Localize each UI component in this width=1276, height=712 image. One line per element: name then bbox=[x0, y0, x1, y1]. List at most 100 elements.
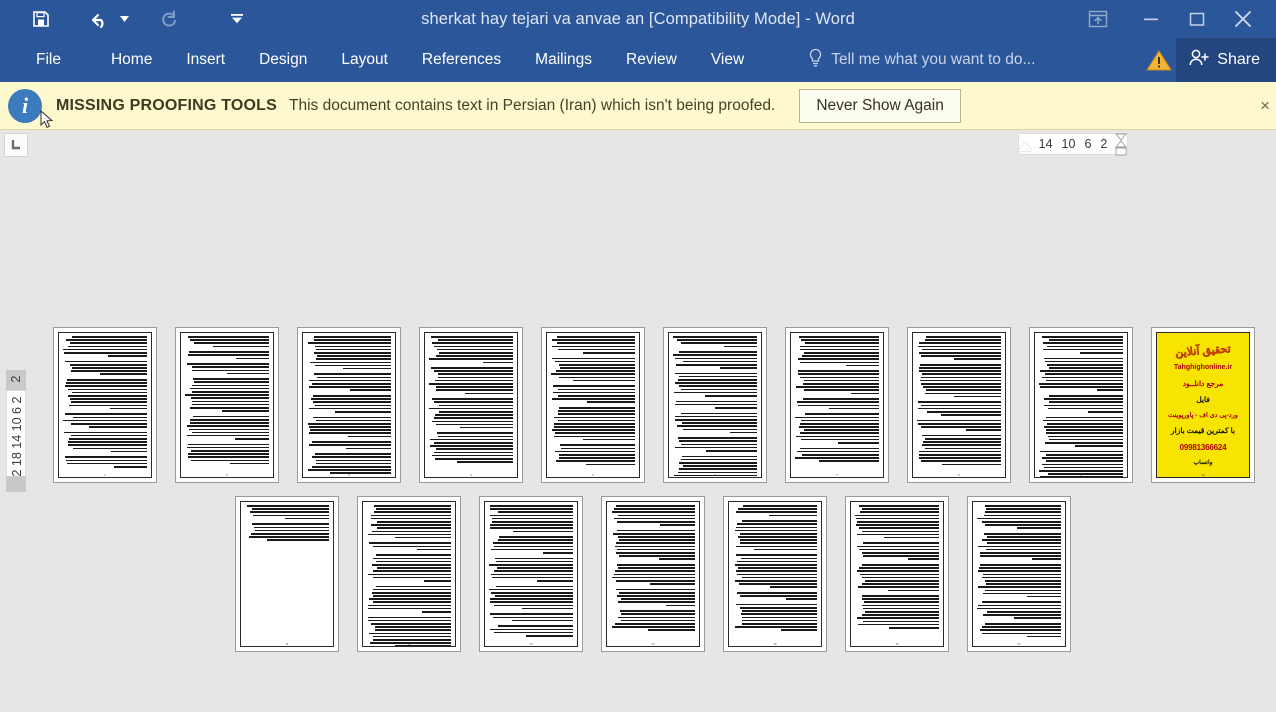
save-icon[interactable] bbox=[24, 4, 58, 34]
text-line bbox=[489, 514, 573, 517]
text-paragraph bbox=[367, 505, 451, 539]
text-line bbox=[679, 462, 757, 464]
text-line bbox=[69, 404, 147, 407]
text-line bbox=[724, 345, 757, 348]
text-line bbox=[681, 412, 757, 415]
tab-review[interactable]: Review bbox=[612, 47, 691, 73]
text-line bbox=[741, 619, 817, 622]
text-line bbox=[191, 450, 269, 452]
page-thumbnail[interactable]: 9 bbox=[1029, 327, 1133, 483]
page-thumbnail[interactable]: 15 bbox=[723, 496, 827, 652]
text-line bbox=[616, 542, 695, 545]
tab-layout[interactable]: Layout bbox=[327, 47, 402, 73]
page-thumbnail[interactable]: 3 bbox=[297, 327, 401, 483]
tab-file[interactable]: File bbox=[22, 47, 75, 73]
page-thumbnail[interactable]: 6 bbox=[663, 327, 767, 483]
text-line bbox=[924, 339, 1001, 341]
page-thumbnail[interactable]: 12 bbox=[357, 496, 461, 652]
page-thumbnail[interactable]: 13 bbox=[479, 496, 583, 652]
page-thumbnail[interactable]: 7 bbox=[785, 327, 889, 483]
ribbon-display-options-icon[interactable] bbox=[1068, 0, 1128, 38]
text-line bbox=[346, 447, 391, 450]
text-line bbox=[966, 429, 1001, 431]
text-line bbox=[284, 517, 329, 520]
redo-icon[interactable] bbox=[152, 4, 186, 34]
text-line bbox=[979, 552, 1061, 554]
page-thumbnail[interactable]: 16 bbox=[845, 496, 949, 652]
tab-home[interactable]: Home bbox=[97, 47, 166, 73]
share-button[interactable]: Share bbox=[1176, 38, 1276, 82]
text-line bbox=[1044, 360, 1123, 363]
text-paragraph bbox=[673, 336, 757, 348]
text-line bbox=[797, 370, 879, 372]
text-line bbox=[981, 626, 1061, 628]
text-paragraph bbox=[733, 591, 817, 600]
text-line bbox=[582, 438, 635, 441]
undo-dropdown-icon[interactable] bbox=[116, 4, 132, 34]
page-content bbox=[728, 501, 822, 647]
page-thumbnail[interactable]: 8 bbox=[907, 327, 1011, 483]
restore-icon[interactable] bbox=[1174, 0, 1220, 38]
text-line bbox=[308, 386, 391, 388]
text-line bbox=[375, 554, 451, 557]
text-line bbox=[70, 398, 147, 400]
tell-me-placeholder-text: Tell me what you want to do... bbox=[831, 51, 1036, 68]
tab-insert[interactable]: Insert bbox=[172, 47, 239, 73]
text-line bbox=[1046, 379, 1123, 382]
text-line bbox=[734, 529, 817, 532]
text-line bbox=[376, 520, 451, 523]
page-thumbnail[interactable]: 17 bbox=[967, 496, 1071, 652]
text-line bbox=[490, 508, 573, 510]
never-show-again-button[interactable]: Never Show Again bbox=[799, 88, 961, 123]
text-line bbox=[370, 524, 451, 526]
text-line bbox=[953, 358, 1001, 360]
text-paragraph bbox=[1039, 336, 1123, 354]
text-line bbox=[1048, 367, 1123, 369]
warning-icon[interactable] bbox=[1146, 49, 1172, 77]
tab-design[interactable]: Design bbox=[245, 47, 321, 73]
text-line bbox=[1043, 426, 1123, 428]
advertisement-content: تحقیق آنلاین Tahghighonline.ir مرجع دانلــ… bbox=[1157, 333, 1249, 477]
text-line bbox=[980, 629, 1061, 631]
page-thumbnail[interactable]: 2 bbox=[175, 327, 279, 483]
tab-references[interactable]: References bbox=[408, 47, 515, 73]
undo-icon[interactable] bbox=[82, 4, 116, 34]
text-line bbox=[804, 351, 879, 354]
text-line bbox=[309, 429, 391, 431]
tab-mailings[interactable]: Mailings bbox=[521, 47, 606, 73]
share-label: Share bbox=[1217, 51, 1260, 68]
text-paragraph bbox=[551, 357, 635, 382]
document-canvas[interactable]: 1 2 3 4 5 6 7 8 9 تحقیق آنلاین Tahghighonline.ir مر… bbox=[0, 130, 1276, 712]
tell-me-search[interactable]: Tell me what you want to do... bbox=[808, 48, 1035, 73]
notification-close-icon[interactable]: × bbox=[1260, 96, 1270, 116]
page-thumbnail[interactable]: 1 bbox=[53, 327, 157, 483]
page-thumbnail[interactable]: 4 bbox=[419, 327, 523, 483]
text-line bbox=[795, 457, 879, 459]
text-line bbox=[435, 386, 513, 388]
text-line bbox=[666, 604, 695, 607]
text-line bbox=[924, 392, 1001, 395]
text-line bbox=[497, 511, 573, 513]
page-thumbnail[interactable]: 5 bbox=[541, 327, 645, 483]
text-line bbox=[114, 465, 147, 468]
page-thumbnail[interactable]: 14 bbox=[601, 496, 705, 652]
text-paragraph bbox=[429, 398, 513, 429]
text-line bbox=[63, 351, 147, 354]
text-line bbox=[855, 514, 939, 517]
minimize-icon[interactable] bbox=[1128, 0, 1174, 38]
text-line bbox=[308, 342, 391, 344]
page-thumbnail[interactable]: تحقیق آنلاین Tahghighonline.ir مرجع دانلــ… bbox=[1151, 327, 1255, 483]
page-number: 17 bbox=[1017, 642, 1021, 646]
text-line bbox=[435, 389, 513, 391]
tab-view[interactable]: View bbox=[697, 47, 758, 73]
customize-quick-access-icon[interactable] bbox=[220, 4, 254, 34]
text-paragraph bbox=[1039, 357, 1123, 391]
text-paragraph bbox=[185, 336, 269, 348]
text-line bbox=[67, 388, 147, 391]
text-line bbox=[1042, 336, 1123, 338]
text-line bbox=[859, 548, 939, 551]
close-icon[interactable] bbox=[1220, 0, 1266, 38]
text-line bbox=[981, 539, 1061, 541]
page-thumbnail[interactable]: 11 bbox=[235, 496, 339, 652]
text-paragraph bbox=[977, 564, 1061, 598]
